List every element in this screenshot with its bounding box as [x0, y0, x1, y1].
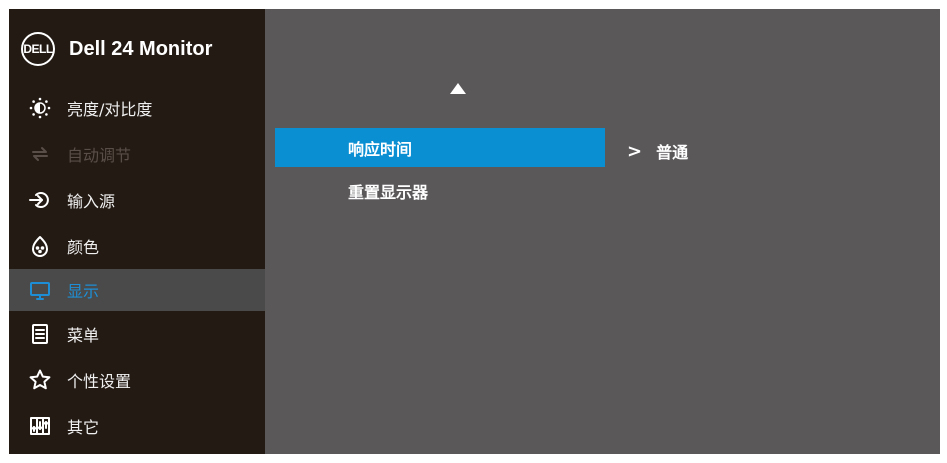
- response-time-value: > 普通: [627, 139, 688, 163]
- sidebar-item-others[interactable]: 其它: [9, 403, 265, 449]
- sidebar-item-input-source[interactable]: 输入源: [9, 177, 265, 223]
- dell-logo: DELL: [21, 32, 55, 66]
- submenu-item-label: 响应时间: [348, 139, 413, 159]
- star-icon: [27, 367, 53, 393]
- auto-adjust-icon: [27, 141, 53, 167]
- chevron-right-icon: >: [627, 140, 643, 162]
- submenu-item-label: 重置显示器: [348, 182, 429, 202]
- sidebar-item-label: 亮度/对比度: [67, 100, 153, 119]
- sidebar-item-label: 菜单: [67, 326, 100, 345]
- submenu-item-response-time[interactable]: 响应时间: [275, 128, 605, 167]
- app-title: Dell 24 Monitor: [69, 37, 213, 60]
- menu-icon: [27, 321, 53, 347]
- main-panel: 响应时间 重置显示器 > 普通: [265, 9, 940, 454]
- sidebar: DELL Dell 24 Monitor 亮度/对比度 自动调节 输入源 颜色 …: [9, 9, 265, 454]
- sidebar-item-label: 自动调节: [67, 146, 132, 165]
- sidebar-item-label: 其它: [67, 418, 100, 437]
- osd-header: DELL Dell 24 Monitor: [9, 9, 265, 89]
- display-icon: [27, 277, 53, 303]
- submenu-item-reset-display[interactable]: 重置显示器: [275, 171, 605, 210]
- sidebar-item-label: 显示: [67, 282, 100, 301]
- sidebar-item-personalize[interactable]: 个性设置: [9, 357, 265, 403]
- color-icon: [27, 233, 53, 259]
- sidebar-item-label: 输入源: [67, 192, 116, 211]
- sidebar-item-label: 个性设置: [67, 372, 132, 391]
- sidebar-item-auto-adjust: 自动调节: [9, 131, 265, 177]
- brightness-icon: [27, 95, 53, 121]
- others-icon: [27, 413, 53, 439]
- sidebar-item-display[interactable]: 显示: [9, 269, 265, 311]
- sidebar-menu: 亮度/对比度 自动调节 输入源 颜色 显示 菜单 个性设置 其它: [9, 85, 265, 449]
- sidebar-item-color[interactable]: 颜色: [9, 223, 265, 269]
- scroll-up-arrow-icon[interactable]: [450, 83, 466, 94]
- sidebar-item-label: 颜色: [67, 238, 100, 257]
- sidebar-item-brightness-contrast[interactable]: 亮度/对比度: [9, 85, 265, 131]
- monitor-osd: DELL Dell 24 Monitor 亮度/对比度 自动调节 输入源 颜色 …: [9, 9, 940, 454]
- sidebar-item-menu[interactable]: 菜单: [9, 311, 265, 357]
- dell-logo-text: DELL: [23, 42, 53, 56]
- input-source-icon: [27, 187, 53, 213]
- value-text: 普通: [656, 143, 689, 162]
